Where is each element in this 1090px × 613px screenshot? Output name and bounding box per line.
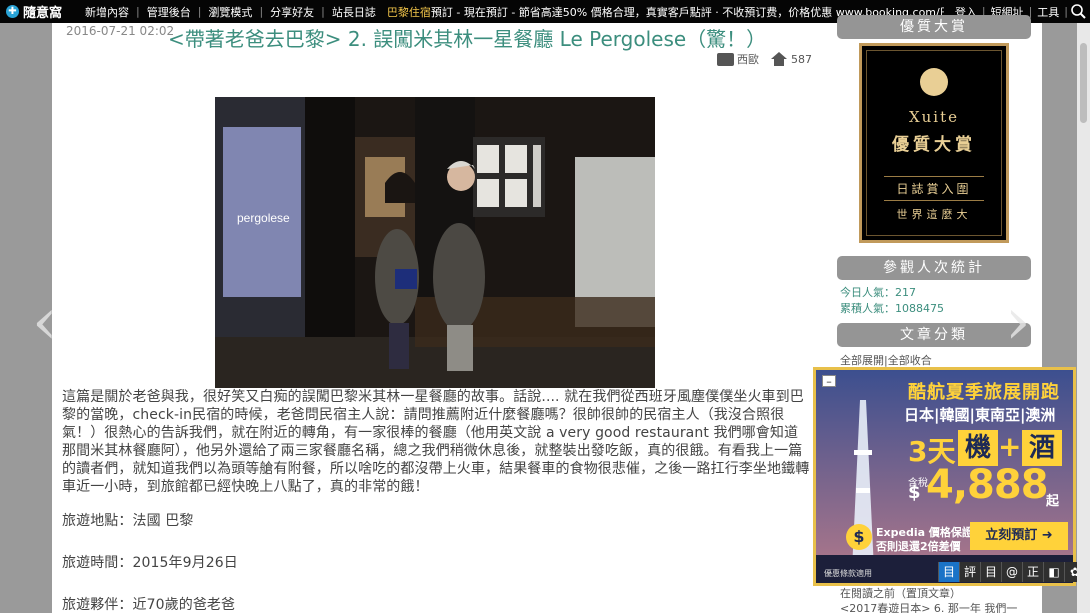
ad-price-suffix: 起 <box>1046 494 1060 509</box>
travel-companion: 旅遊夥伴：近70歲的爸老爸 <box>62 597 236 613</box>
award-badge-text: 日誌賞入圍 <box>884 176 984 201</box>
nav-admin[interactable]: 管理後台 <box>140 4 198 20</box>
award-brand: Xuite <box>908 108 960 126</box>
mention-button[interactable]: @ <box>1001 562 1022 582</box>
nav-site-log[interactable]: 站長日誌 <box>325 4 383 20</box>
post-title[interactable]: <帶著老爸去巴黎> 2. 誤闖米其林一星餐廳 Le Pergolese（驚！） <box>168 23 766 52</box>
main-content: 2016-07-21 02:02 <帶著老爸去巴黎> 2. 誤闖米其林一星餐廳 … <box>52 23 824 613</box>
post-date: 2016-07-21 02:02 <box>66 24 175 38</box>
award-ribbon: 優質大賞 <box>837 15 1031 39</box>
comment-button[interactable]: 評 <box>959 562 980 582</box>
font-button[interactable]: 正 <box>1022 562 1043 582</box>
layout-button[interactable]: ◧ <box>1043 562 1064 582</box>
ad-flight-box: 機 <box>958 430 998 466</box>
ad-price: 4,888 <box>926 462 1049 508</box>
site-logo[interactable]: ✚ 隨意窩 <box>0 2 78 21</box>
page-scrollbar[interactable] <box>1077 23 1090 613</box>
toc-button[interactable]: 目 <box>938 562 959 582</box>
article-paragraph: 這篇是關於老爸與我，很好笑又白痴的誤闖巴黎米其林一星餐廳的故事。話說.... 就… <box>62 389 810 495</box>
pinned-articles: 在閱讀之前（置頂文章） <2017春遊日本> 6. 那一年 我們一 <box>840 586 1040 613</box>
ad-dollar-sign: $ <box>908 482 921 503</box>
top-nav: 新增內容 | 管理後台 | 瀏覽模式 | 分享好友 | 站長日誌 <box>78 4 383 20</box>
today-visitors: 今日人氣：217 <box>840 286 916 299</box>
next-post-arrow-icon[interactable]: › <box>1005 290 1031 354</box>
award-badge[interactable]: Xuite 優質大賞 日誌賞入圍 世界這麼大 <box>859 43 1009 243</box>
view-count: 587 <box>791 52 812 66</box>
expand-all-link[interactable]: 全部展開 <box>840 354 884 367</box>
category-toggle: 全部展開|全部收合 <box>840 354 932 367</box>
article-body: 這篇是關於老爸與我，很好笑又白痴的誤闖巴黎米其林一星餐廳的故事。話說.... 就… <box>62 388 810 613</box>
ticker-highlight: 巴黎住宿 <box>386 5 431 19</box>
award-tagline: 世界這麼大 <box>896 208 972 221</box>
post-category[interactable]: 西歐 <box>737 51 759 67</box>
floating-tools: 目 評 目 @ 正 ◧ ✿ <box>938 562 1085 582</box>
list-button[interactable]: 目 <box>980 562 1001 582</box>
tools-link[interactable]: 工具 <box>1032 4 1064 20</box>
total-visitors: 累積人氣：1088475 <box>840 302 944 315</box>
restaurant-photo: pergolese <box>215 97 655 388</box>
floating-ad[interactable]: – 酷航夏季旅展開跑 日本|韓國|東南亞|澳洲 3天 機 + 酒 含稅 $ 4,… <box>813 367 1076 586</box>
post-meta: 西歐 587 <box>717 51 812 67</box>
category-ribbon: 文章分類 <box>837 323 1031 347</box>
home-icon <box>771 52 787 66</box>
search-icon[interactable] <box>1068 0 1090 23</box>
ad-guarantee-detail: 否則退還2倍差價 <box>876 540 961 553</box>
ad-destinations: 日本|韓國|東南亞|澳洲 <box>904 406 1056 424</box>
award-emblem-icon <box>920 68 948 96</box>
nav-add-content[interactable]: 新增內容 <box>78 4 136 20</box>
pinned-label: 在閱讀之前（置頂文章） <box>840 587 961 600</box>
stats-ribbon: 參觀人次統計 <box>837 256 1031 280</box>
previous-post-arrow-icon[interactable]: ‹ <box>32 290 58 354</box>
dollar-coin-icon: $ <box>846 524 872 550</box>
logo-text: 隨意窩 <box>23 6 63 21</box>
ad-book-now-button[interactable]: 立刻預訂 ➜ <box>970 522 1068 550</box>
ad-headline: 酷航夏季旅展開跑 <box>908 382 1060 403</box>
nav-share[interactable]: 分享好友 <box>263 4 321 20</box>
nav-browse-mode[interactable]: 瀏覽模式 <box>201 4 259 20</box>
ad-hotel-box: 酒 <box>1022 430 1062 466</box>
ad-plus: + <box>998 430 1022 463</box>
ad-fine-print: 優惠條款適用 <box>824 569 872 578</box>
pinned-article-link[interactable]: <2017春遊日本> 6. 那一年 我們一 <box>840 601 1040 613</box>
restaurant-sign: pergolese <box>237 211 290 225</box>
award-title: 優質大賞 <box>892 135 976 155</box>
scrollbar-thumb[interactable] <box>1080 43 1087 123</box>
collapse-all-link[interactable]: 全部收合 <box>888 354 932 367</box>
logo-icon: ✚ <box>6 5 19 18</box>
travel-time: 旅遊時間：2015年9月26日 <box>62 555 238 571</box>
visitor-stats: 今日人氣：217 累積人氣：1088475 <box>840 285 944 317</box>
travel-place: 旅遊地點：法國 巴黎 <box>62 513 194 529</box>
ad-close-button[interactable]: – <box>822 375 836 387</box>
post-photo[interactable]: pergolese <box>215 97 655 388</box>
suitcase-icon <box>717 52 734 66</box>
